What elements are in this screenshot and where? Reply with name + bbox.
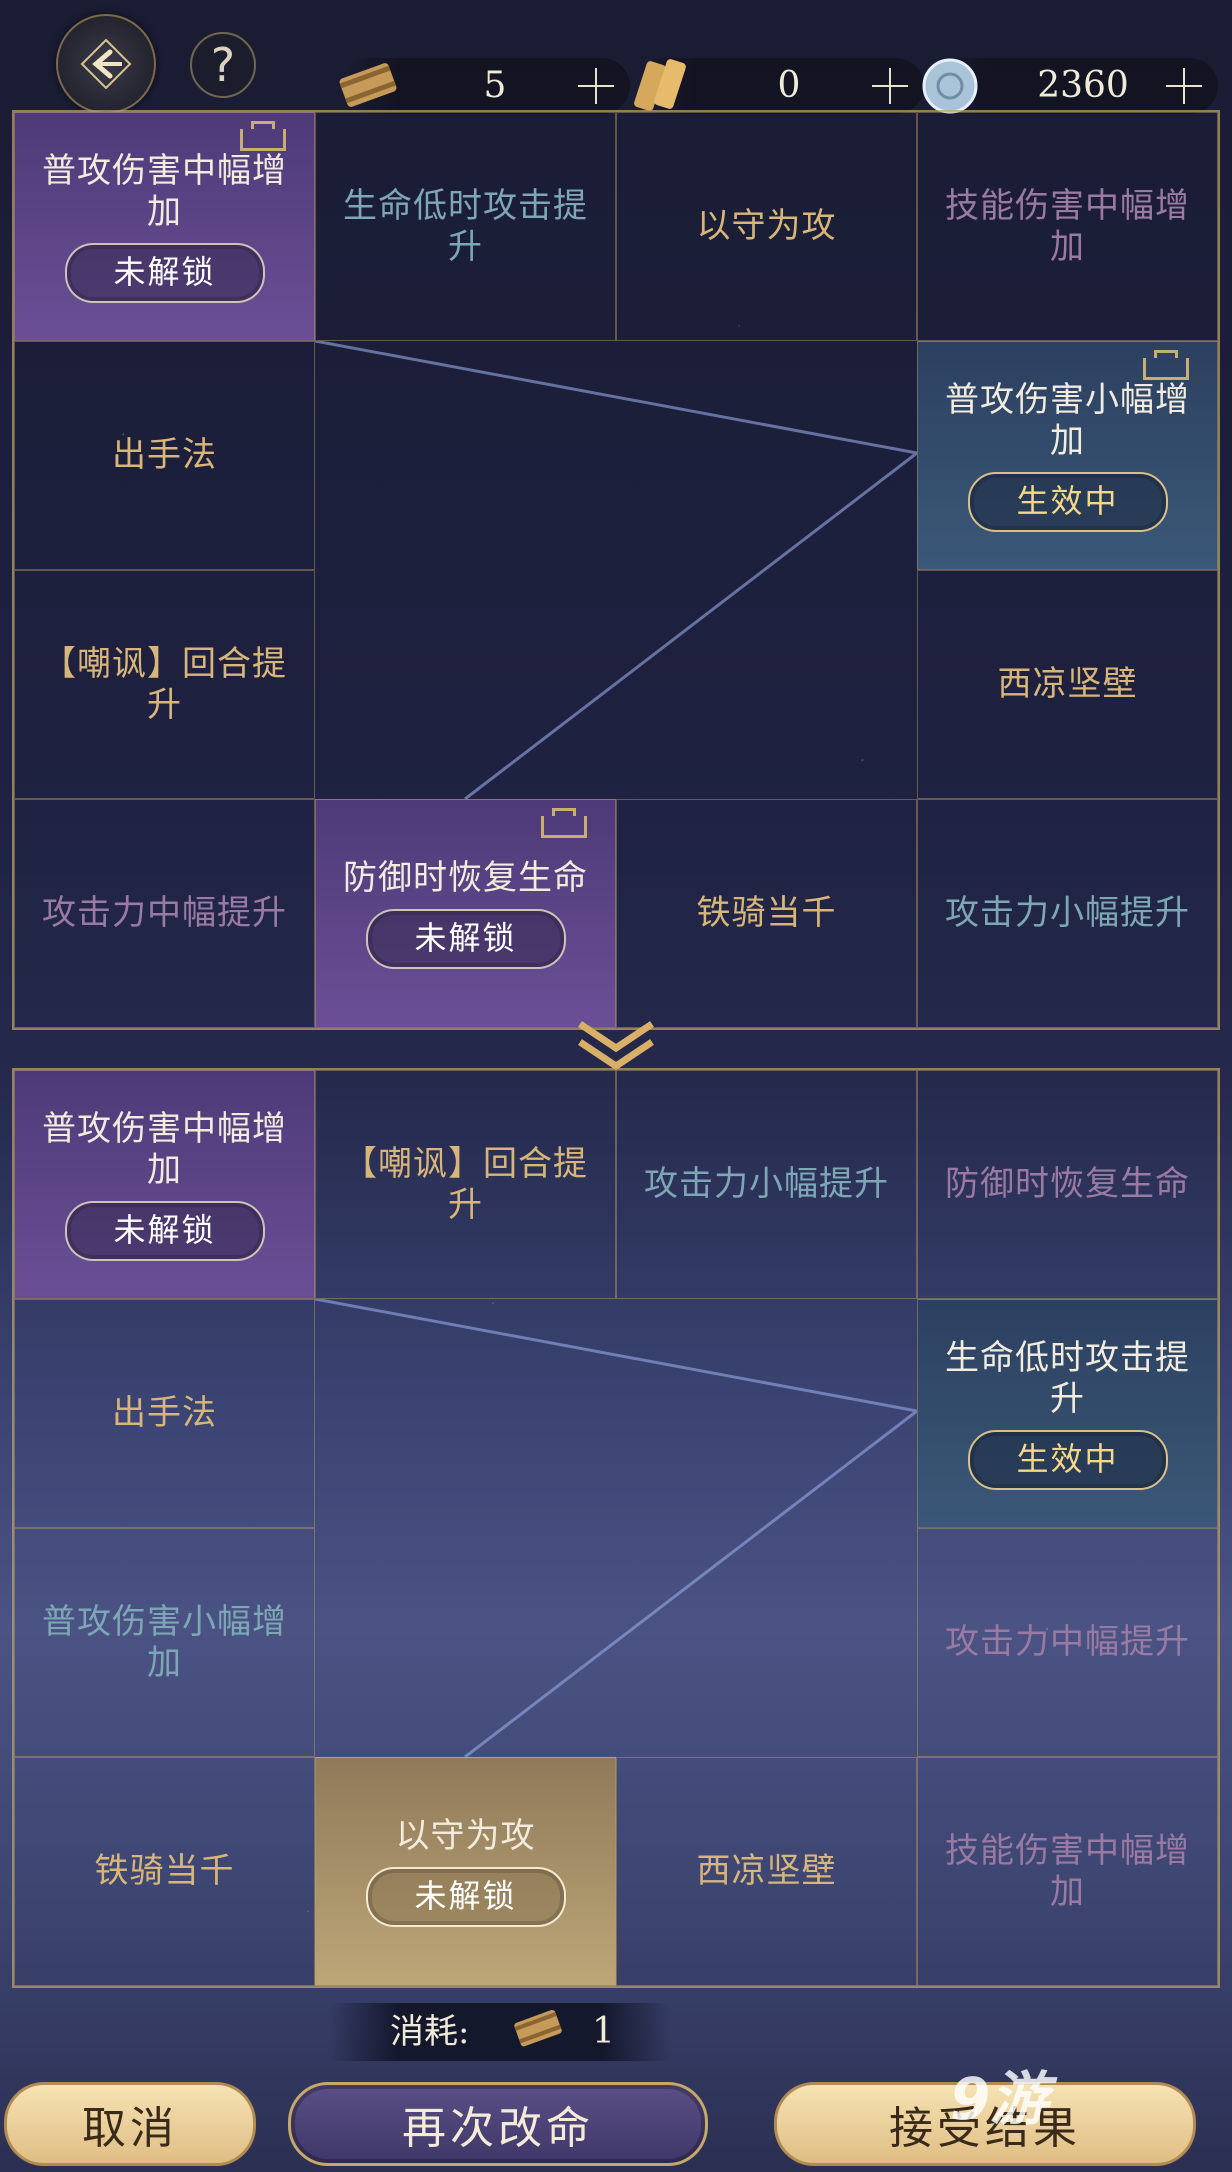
fate-cell-label: 生命低时攻击提升 <box>945 1337 1190 1419</box>
fate-cell-label: 攻击力小幅提升 <box>945 893 1190 933</box>
fate-cell-label: 西凉坚壁 <box>997 664 1138 704</box>
help-button[interactable]: ? <box>190 32 256 98</box>
fate-cell[interactable]: 防御时恢复生命 <box>917 1070 1218 1299</box>
fate-cell-label: 西凉坚壁 <box>696 1851 837 1891</box>
fate-cell[interactable]: 生命低时攻击提升生效中 <box>917 1299 1218 1528</box>
fate-cell[interactable]: 出手法 <box>14 1299 315 1528</box>
fate-cell-label: 攻击力中幅提升 <box>42 893 287 933</box>
watermark-logo: 9游 <box>950 2065 1049 2133</box>
fate-cell[interactable]: 西凉坚壁 <box>917 570 1218 799</box>
fate-cell[interactable]: 出手法 <box>14 341 315 570</box>
connector-lines <box>315 341 917 799</box>
chevron-down-icon <box>578 1021 654 1071</box>
fate-cell-label: 普攻伤害小幅增加 <box>42 1601 287 1683</box>
fate-cell[interactable]: 铁骑当千 <box>14 1757 315 1986</box>
fate-cell-label: 技能伤害中幅增加 <box>945 185 1190 267</box>
fate-grid-result: 普攻伤害中幅增加 未解锁 【嘲讽】回合提升 攻击力小幅提升 防御时恢复生命 出手法 生命低时… <box>12 1068 1220 1988</box>
fate-cell[interactable]: 西凉坚壁 <box>616 1757 917 1986</box>
fate-cell[interactable]: 防御时恢复生命未解锁 <box>315 799 616 1028</box>
fate-cell[interactable]: 生命低时攻击提升 <box>315 112 616 341</box>
cancel-button[interactable]: 取消 <box>4 2082 256 2166</box>
fate-cell[interactable]: 以守为攻 <box>616 112 917 341</box>
fate-cell[interactable]: 攻击力小幅提升 <box>616 1070 917 1299</box>
reroll-button[interactable]: 再次改命 <box>288 2082 708 2166</box>
lock-tab-icon <box>240 121 286 151</box>
connector-lines <box>315 1299 917 1757</box>
cost-label: 消耗: <box>390 2012 470 2052</box>
fate-cell[interactable]: 普攻伤害中幅增加未解锁 <box>14 1070 315 1299</box>
fate-cell[interactable]: 【嘲讽】回合提升 <box>14 570 315 799</box>
status-badge: 未解锁 <box>64 1200 265 1261</box>
fate-cell[interactable]: 攻击力中幅提升 <box>917 1528 1218 1757</box>
fate-cell-label: 攻击力小幅提升 <box>644 1164 889 1204</box>
fate-cell[interactable]: 【嘲讽】回合提升 <box>315 1070 616 1299</box>
fate-cell-label: 铁骑当千 <box>94 1851 235 1891</box>
status-badge: 未解锁 <box>365 909 566 969</box>
fate-cell-label: 普攻伤害中幅增加 <box>42 150 287 232</box>
status-badge: 生效中 <box>967 471 1168 532</box>
jade-count: 2360 <box>1037 65 1129 106</box>
fate-cell[interactable]: 技能伤害中幅增加 <box>917 1757 1218 1986</box>
fate-cell[interactable]: 普攻伤害中幅增加未解锁 <box>14 112 315 341</box>
add-jade-button[interactable] <box>1166 68 1202 104</box>
fate-cell-label: 防御时恢复生命 <box>343 858 588 898</box>
fate-cell-label: 普攻伤害中幅增加 <box>42 1108 287 1190</box>
top-bar: ? 5 0 2360 <box>0 0 1232 114</box>
back-button[interactable] <box>56 14 156 114</box>
resource-token: 0 <box>634 58 924 114</box>
status-badge: 未解锁 <box>64 242 265 303</box>
fate-cell[interactable]: 攻击力小幅提升 <box>917 799 1218 1028</box>
fate-cell[interactable]: 攻击力中幅提升 <box>14 799 315 1028</box>
fate-grid-current: 普攻伤害中幅增加 未解锁 生命低时攻击提升 以守为攻 技能伤害中幅增加 出手法 普攻伤害小幅… <box>12 110 1220 1030</box>
fate-cell-label: 防御时恢复生命 <box>945 1164 1190 1204</box>
scroll-count: 5 <box>483 65 507 106</box>
fate-cell-label: 以守为攻 <box>696 206 837 246</box>
fate-cell[interactable]: 铁骑当千 <box>616 799 917 1028</box>
fate-cell-label: 出手法 <box>112 1393 217 1433</box>
fate-cell-label: 技能伤害中幅增加 <box>945 1830 1190 1912</box>
add-scroll-button[interactable] <box>578 68 614 104</box>
lock-tab-icon <box>541 808 587 838</box>
fate-cell-label: 普攻伤害小幅增加 <box>945 379 1190 461</box>
cost-bar: 消耗: 1 <box>330 2003 670 2061</box>
fate-cell[interactable]: 普攻伤害小幅增加 <box>14 1528 315 1757</box>
fate-cell-label: 生命低时攻击提升 <box>343 185 588 267</box>
status-badge: 生效中 <box>967 1429 1168 1490</box>
scroll-icon <box>514 2009 562 2047</box>
fate-cell[interactable]: 以守为攻 未解锁 <box>315 1757 616 1986</box>
cost-value: 1 <box>592 2011 615 2052</box>
resource-scroll: 5 <box>339 58 630 114</box>
fate-cell[interactable]: 普攻伤害小幅增加生效中 <box>917 341 1218 570</box>
token-count: 0 <box>777 65 801 106</box>
fate-cell-label: 攻击力中幅提升 <box>945 1622 1190 1662</box>
add-token-button[interactable] <box>872 68 908 104</box>
lock-tab-icon <box>1143 350 1189 380</box>
fate-cell-label: 【嘲讽】回合提升 <box>343 1143 588 1225</box>
back-arrow-icon <box>80 38 132 90</box>
fate-cell[interactable]: 技能伤害中幅增加 <box>917 112 1218 341</box>
fate-cell-label: 铁骑当千 <box>696 893 837 933</box>
status-badge: 未解锁 <box>365 1867 566 1927</box>
fate-cell-label: 出手法 <box>112 435 217 475</box>
resource-jade: 2360 <box>922 58 1218 114</box>
fate-cell-label: 以守为攻 <box>395 1816 536 1856</box>
fate-cell-label: 【嘲讽】回合提升 <box>42 643 287 725</box>
